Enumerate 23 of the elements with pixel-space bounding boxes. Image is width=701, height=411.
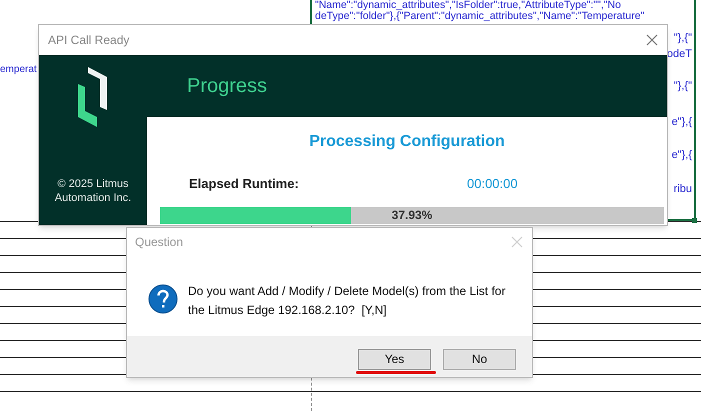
window-title: API Call Ready xyxy=(48,32,130,49)
window-heading: Progress xyxy=(187,74,268,99)
dialog-button[interactable]: Yes xyxy=(358,348,431,370)
elapsed-time: 00:00:00 xyxy=(467,175,518,193)
dialog-title: Question xyxy=(135,234,184,251)
elapsed-label: Elapsed Runtime: xyxy=(189,175,300,193)
copyright-text: © 2025 Litmus Automation Inc. xyxy=(54,177,132,205)
left-cell-text: emperat xyxy=(0,63,37,77)
dialog-message: Do you want Add / Modify / Delete Model(s) from the List for the Litmus Edge 192.168.2.10? [Y,N] xyxy=(188,283,506,319)
cell-text: odeT xyxy=(666,47,692,62)
cell-text: ribu xyxy=(674,182,692,197)
progress-percent: 37.93% xyxy=(392,206,432,224)
cell-text: "Name":"dynamic_attributes","IsFolder":true,"AttributeType":"","No xyxy=(314,0,622,11)
close-icon[interactable] xyxy=(646,34,658,46)
cell-text: deType":"folder"},{"Parent":"dynamic_attributes","Name":"Temperature" xyxy=(314,11,646,22)
dialog-button[interactable]: No xyxy=(443,348,516,370)
panel-heading: Processing Configuration xyxy=(309,132,505,152)
question-icon xyxy=(148,284,178,314)
cell-text: e"},{ xyxy=(672,148,692,163)
cell-text: "},{" xyxy=(674,79,692,94)
cell-text: "},{" xyxy=(674,31,692,46)
logo-icon xyxy=(78,67,108,127)
cell-text: e"},{ xyxy=(672,115,692,130)
